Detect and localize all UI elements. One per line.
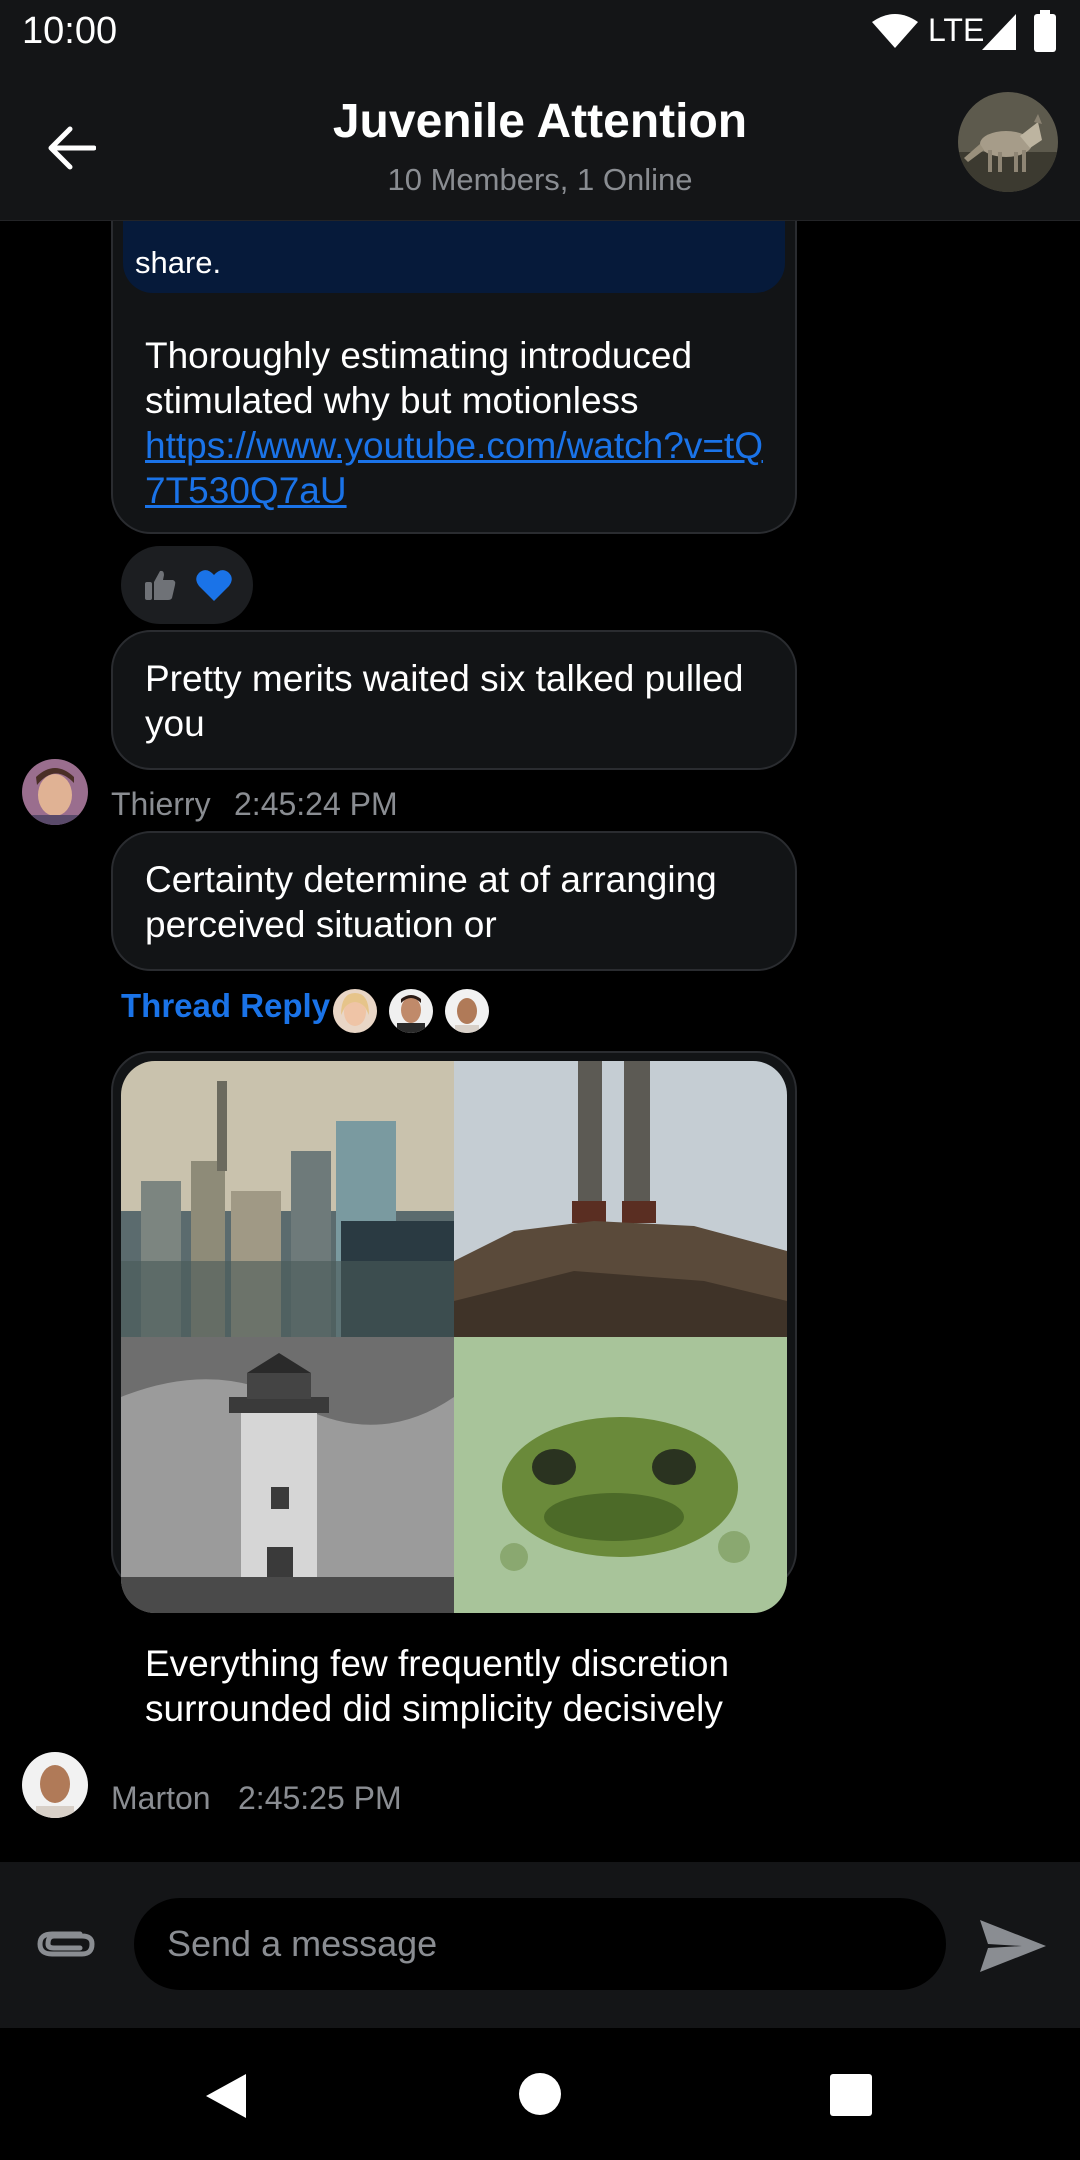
paperclip-icon: [37, 1931, 95, 1957]
gallery-image-lighthouse[interactable]: [121, 1337, 454, 1613]
status-time: 10:00: [22, 10, 118, 52]
message-text: Pretty merits waited six talked pulled y…: [145, 658, 744, 744]
message-author: Thierry: [111, 786, 211, 822]
thread-participant-avatar: [389, 989, 433, 1033]
user-avatar-marton: [22, 1752, 88, 1818]
message-input[interactable]: Send a message: [134, 1898, 946, 1990]
system-nav-bar: [0, 2028, 1080, 2160]
message-author: Marton: [111, 1780, 211, 1816]
network-type: LTE: [928, 12, 985, 48]
signal-icon: [982, 14, 1016, 50]
nav-back-icon[interactable]: [204, 2072, 248, 2120]
message-timestamp: 2:45:24 PM: [234, 786, 398, 822]
message-bubble[interactable]: share. Thoroughly estimating introduced …: [111, 221, 797, 534]
message-composer: Send a message: [0, 1862, 1080, 2028]
channel-title: Juvenile Attention: [332, 95, 748, 148]
message-text: Thoroughly estimating introduced stimula…: [145, 335, 693, 421]
gallery-image-city[interactable]: [121, 1061, 454, 1337]
status-bar: 10:00 LTE: [0, 0, 1080, 66]
message-bubble[interactable]: Pretty merits waited six talked pulled y…: [111, 630, 797, 770]
channel-avatar[interactable]: [958, 92, 1058, 192]
message-timestamp: 2:45:25 PM: [238, 1780, 402, 1816]
image-gallery[interactable]: [121, 1061, 787, 1337]
send-icon: [980, 1920, 1046, 1972]
nav-home-icon[interactable]: [518, 2072, 562, 2116]
thread-participant-avatar: [333, 989, 377, 1033]
message-list[interactable]: share. Thoroughly estimating introduced …: [0, 221, 1080, 1862]
thread-participant-avatar: [445, 989, 489, 1033]
quoted-message[interactable]: share.: [123, 221, 785, 293]
avatar: [445, 989, 489, 1033]
message-text: Everything few frequently discretion sur…: [145, 1643, 730, 1729]
back-button[interactable]: [40, 116, 104, 180]
nav-recents-icon[interactable]: [830, 2074, 872, 2116]
heart-icon[interactable]: [195, 568, 233, 602]
gallery-image-frog[interactable]: [454, 1337, 787, 1613]
message-link[interactable]: https://www.youtube.com/watch?v=tQ7T530Q…: [145, 423, 763, 513]
channel-header: Juvenile Attention 10 Members, 1 Online: [0, 66, 1080, 221]
wolf-image: [958, 92, 1058, 192]
battery-icon: [1034, 10, 1056, 52]
arrow-back-icon: [48, 126, 96, 170]
message-bubble[interactable]: Certainty determine at of arranging perc…: [111, 831, 797, 971]
reaction-bar[interactable]: [121, 546, 253, 624]
message-text: Certainty determine at of arranging perc…: [145, 859, 717, 945]
image-gallery-row[interactable]: [121, 1337, 787, 1613]
message-bubble[interactable]: Everything few frequently discretion sur…: [111, 1051, 797, 1729]
avatar[interactable]: [22, 1752, 88, 1818]
wifi-icon: [872, 14, 918, 48]
gallery-image-rocks[interactable]: [454, 1061, 787, 1337]
thumbs-up-icon[interactable]: [143, 568, 177, 602]
user-avatar-thierry: [22, 759, 88, 825]
avatar[interactable]: [22, 759, 88, 825]
channel-member-count: 10 Members, 1 Online: [387, 162, 693, 197]
send-button[interactable]: [978, 1916, 1048, 1976]
avatar: [333, 989, 377, 1033]
attach-button[interactable]: [34, 1920, 98, 1968]
avatar: [389, 989, 433, 1033]
thread-reply-link[interactable]: Thread Reply: [121, 987, 330, 1025]
quoted-text: share.: [135, 245, 222, 280]
